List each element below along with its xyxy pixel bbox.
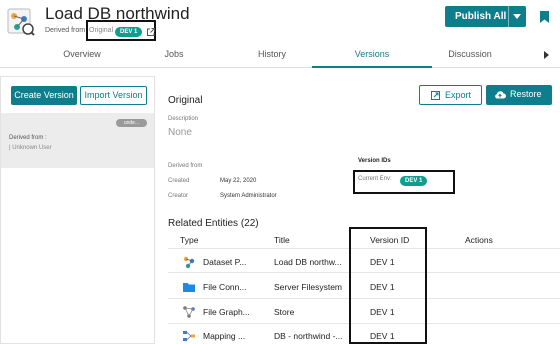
creator-label: Creator (168, 193, 189, 199)
dev-badge: DEV 1 (115, 27, 143, 37)
bookmark-icon[interactable] (540, 11, 549, 23)
row-type: File Graph... (203, 307, 250, 317)
graph-icon (183, 306, 195, 318)
derived-from-field-label: Derived from (168, 163, 203, 169)
export-button[interactable]: Export (419, 85, 482, 105)
row-type: Dataset P... (203, 257, 247, 267)
row-title[interactable]: Store (274, 307, 294, 317)
page-header: Load DB northwind Derived from Original … (0, 0, 560, 44)
publish-all-button[interactable]: Publish All (445, 6, 526, 27)
row-type: File Conn... (203, 282, 247, 292)
version-user: | Unknown User (9, 145, 52, 151)
column-header-title[interactable]: Title (274, 235, 290, 245)
derived-from-link[interactable]: Original (89, 27, 113, 34)
dataset-icon (183, 256, 195, 269)
created-value: May 22, 2020 (220, 178, 257, 184)
version-heading: Original (168, 95, 203, 106)
chevron-down-icon[interactable] (513, 14, 521, 19)
mapping-icon (183, 331, 195, 341)
creator-value: System Administrator (220, 193, 277, 199)
derived-from-label: Derived from (45, 27, 86, 34)
publish-divider (508, 6, 509, 27)
tab-discussion[interactable]: Discussion (410, 44, 530, 68)
publish-all-label: Publish All (455, 11, 507, 22)
row-title[interactable]: Server Filesystem (274, 282, 342, 292)
version-derived-label: Derived from : (9, 135, 47, 141)
current-env-label: Current Env: (358, 176, 392, 182)
row-title[interactable]: DB - northwind -... (274, 331, 343, 341)
row-type: Mapping ... (203, 331, 246, 341)
related-entities-heading: Related Entities (22) (168, 218, 259, 229)
version-ids-heading: Version IDs (358, 158, 391, 164)
export-label: Export (445, 90, 472, 100)
created-label: Created (168, 178, 190, 184)
description-value: None (168, 127, 192, 138)
chevron-right-icon[interactable] (544, 51, 549, 59)
current-env-badge: DEV 1 (400, 176, 428, 186)
version-status-pill: unde... (116, 119, 147, 127)
export-icon (431, 91, 440, 100)
restore-button[interactable]: Restore (486, 85, 552, 105)
folder-icon (183, 283, 195, 292)
cloud-upload-icon (495, 91, 506, 99)
description-label: Description (168, 116, 199, 122)
row-title[interactable]: Load DB northw... (274, 257, 342, 267)
tab-bar: Overview Jobs History Versions Discussio… (0, 44, 560, 68)
create-version-button[interactable]: Create Version (11, 86, 77, 105)
dataflow-app-icon (7, 8, 35, 36)
restore-label: Restore (510, 89, 542, 99)
highlight-box-version-id-column (349, 227, 427, 344)
external-link-icon[interactable] (146, 27, 156, 37)
column-header-type[interactable]: Type (180, 235, 198, 245)
import-version-button[interactable]: Import Version (80, 86, 147, 105)
column-header-actions: Actions (465, 235, 493, 245)
